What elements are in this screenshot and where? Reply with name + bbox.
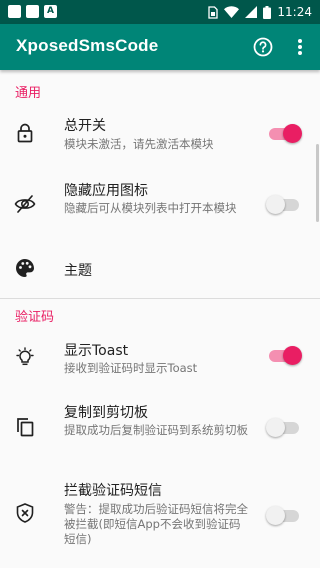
pref-title: 拦截验证码短信 bbox=[64, 483, 162, 499]
a-letter-notification-icon: A bbox=[44, 5, 57, 18]
pref-copy-clipboard[interactable]: 复制到剪切板 提取成功后复制验证码到系统剪切板 bbox=[0, 396, 320, 460]
lightbulb-icon bbox=[16, 347, 34, 366]
switch-thumb bbox=[283, 124, 302, 143]
pref-summary: 提取成功后复制验证码到系统剪切板 bbox=[64, 423, 248, 437]
app-bar: XposedSmsCode bbox=[0, 24, 320, 70]
switch-thumb bbox=[283, 346, 302, 365]
eye-off-icon bbox=[14, 195, 36, 213]
copy-icon bbox=[17, 418, 34, 437]
show-toast-toggle[interactable] bbox=[266, 345, 302, 365]
clock: 11:24 bbox=[277, 5, 312, 19]
section-divider bbox=[0, 298, 320, 299]
square-notification-icon bbox=[8, 5, 21, 18]
master-switch-toggle[interactable] bbox=[266, 123, 302, 143]
app-title: XposedSmsCode bbox=[16, 36, 159, 55]
battery-icon bbox=[263, 5, 272, 19]
pref-title: 隐藏应用图标 bbox=[64, 183, 148, 199]
status-indicators: 11:24 bbox=[208, 0, 312, 24]
help-button[interactable] bbox=[252, 36, 274, 58]
switch-thumb bbox=[266, 195, 285, 214]
pref-title: 复制到剪切板 bbox=[64, 405, 148, 421]
pref-summary: 接收到验证码时显示Toast bbox=[64, 361, 198, 375]
pref-theme[interactable]: 主题 bbox=[0, 246, 320, 290]
switch-thumb bbox=[266, 506, 285, 525]
wifi-icon bbox=[224, 6, 240, 18]
pref-hide-app-icon[interactable]: 隐藏应用图标 隐藏后可从模块列表中打开本模块 bbox=[0, 174, 320, 238]
pref-summary: 警告：提取成功后验证码短信将完全被拦截(即短信App不会收到验证码短信) bbox=[64, 502, 248, 546]
block-sms-toggle[interactable] bbox=[266, 505, 302, 525]
pref-title: 总开关 bbox=[64, 118, 106, 134]
hide-icon-toggle[interactable] bbox=[266, 194, 302, 214]
pref-summary: 模块未激活，请先激活本模块 bbox=[64, 137, 214, 151]
pref-title: 主题 bbox=[64, 263, 92, 279]
section-header-general: 通用 bbox=[15, 86, 42, 101]
signal-icon bbox=[245, 6, 258, 18]
pref-title: 显示Toast bbox=[64, 343, 129, 359]
help-circle-icon bbox=[253, 37, 273, 57]
notification-icons: A bbox=[8, 5, 57, 18]
pref-show-toast[interactable]: 显示Toast 接收到验证码时显示Toast bbox=[0, 332, 320, 384]
pref-master-switch[interactable]: 总开关 模块未激活，请先激活本模块 bbox=[0, 106, 320, 162]
copy-clipboard-toggle[interactable] bbox=[266, 417, 302, 437]
more-vert-icon bbox=[298, 39, 302, 55]
status-bar: A 11:24 bbox=[0, 0, 320, 24]
sim-card-icon bbox=[208, 5, 219, 19]
switch-thumb bbox=[266, 418, 285, 437]
pref-block-sms[interactable]: 拦截验证码短信 警告：提取成功后验证码短信将完全被拦截(即短信App不会收到验证… bbox=[0, 474, 320, 558]
scrollbar[interactable] bbox=[316, 144, 319, 222]
square-notification-icon bbox=[26, 5, 39, 18]
shield-x-icon bbox=[16, 503, 34, 523]
settings-list[interactable]: 通用 总开关 模块未激活，请先激活本模块 隐藏应用图标 隐藏后可从模块列表中打开… bbox=[0, 70, 320, 568]
lock-icon bbox=[17, 123, 33, 143]
section-header-verification: 验证码 bbox=[15, 310, 55, 325]
more-options-button[interactable] bbox=[290, 36, 310, 58]
pref-summary: 隐藏后可从模块列表中打开本模块 bbox=[64, 201, 237, 215]
palette-icon bbox=[16, 259, 34, 277]
